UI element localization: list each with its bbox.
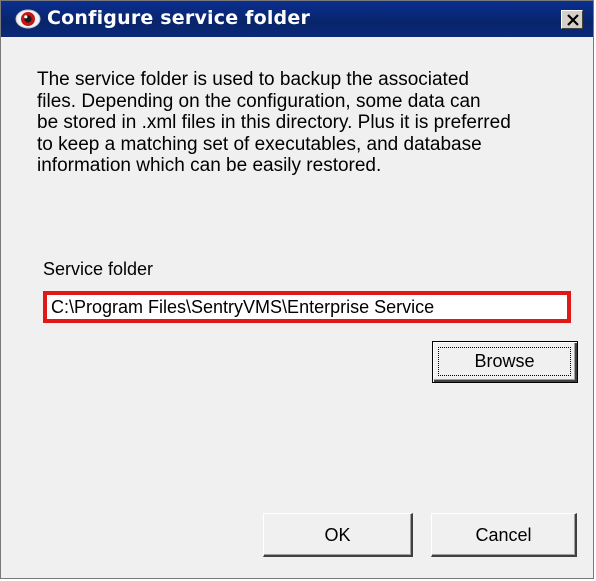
browse-button[interactable]: Browse (432, 341, 578, 383)
service-folder-input[interactable] (43, 291, 571, 323)
description-text: The service folder is used to backup the… (37, 69, 511, 177)
cancel-button[interactable]: Cancel (431, 513, 577, 557)
window-title: Configure service folder (47, 7, 311, 29)
configure-service-folder-dialog: Configure service folder The service fol… (0, 0, 594, 579)
title-bar[interactable]: Configure service folder (1, 1, 593, 37)
browse-button-label: Browse (438, 347, 571, 376)
service-folder-label: Service folder (43, 259, 154, 279)
ok-button[interactable]: OK (263, 513, 413, 557)
close-icon (567, 14, 579, 26)
close-button[interactable] (561, 10, 583, 29)
eye-icon (15, 9, 41, 29)
